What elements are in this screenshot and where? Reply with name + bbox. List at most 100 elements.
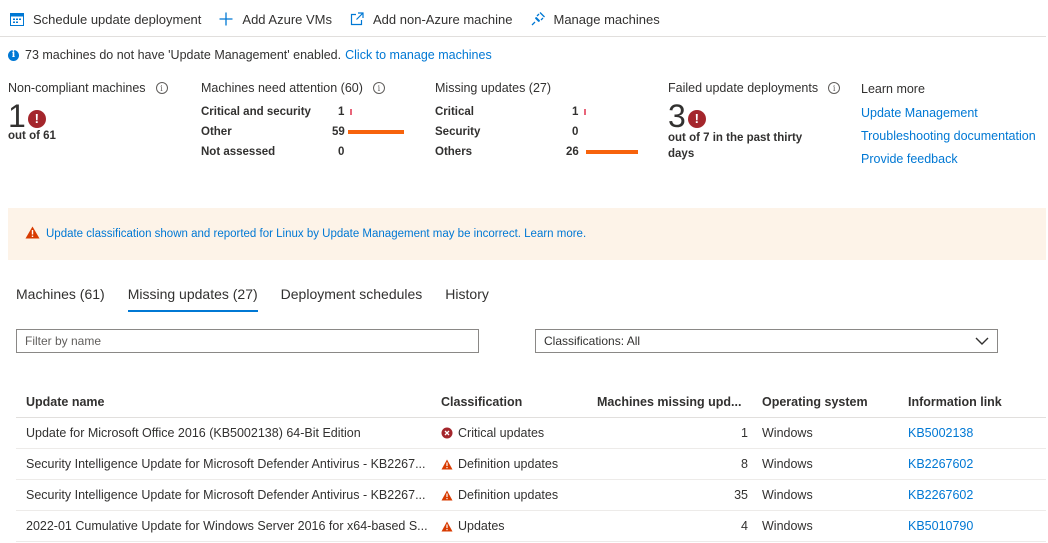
failed-sub-line1: out of 7 in the past thirty: [668, 132, 803, 144]
error-icon: !: [687, 110, 706, 128]
attention-rows: Critical and security 1 Other 59 Not ass…: [201, 102, 404, 162]
column-header-machines-missing[interactable]: Machines missing upd...: [587, 395, 752, 409]
attention-title: Machines need attention (60): [201, 81, 363, 95]
missing-row-value: 1: [572, 106, 579, 118]
column-header-os[interactable]: Operating system: [752, 395, 908, 409]
missing-row: Others 26: [435, 142, 638, 162]
manage-machines-label: Manage machines: [553, 11, 660, 27]
info-text: 73 machines do not have 'Update Manageme…: [25, 48, 342, 62]
warning-text[interactable]: Update classification shown and reported…: [46, 228, 586, 240]
table-header: Update name Classification Machines miss…: [16, 386, 1046, 418]
update-name-cell: 2022-01 Cumulative Update for Windows Se…: [26, 519, 428, 533]
table-row[interactable]: Security Intelligence Update for Microso…: [16, 480, 1046, 511]
failed-sub: out of 7 in the past thirty days: [668, 130, 840, 162]
machines-count-cell: 8: [741, 457, 748, 471]
add-non-azure-button[interactable]: Add non-Azure machine: [348, 8, 513, 30]
missing-bar-critical: [584, 109, 586, 115]
update-name-cell: Update for Microsoft Office 2016 (KB5002…: [26, 426, 361, 440]
kb-link[interactable]: KB2267602: [908, 457, 1046, 471]
missing-title-row: Missing updates (27): [435, 81, 551, 95]
classification-cell: Definition updates: [431, 457, 587, 471]
attention-bar-critical: [350, 109, 352, 115]
failed-value-row: 3 !: [668, 98, 840, 134]
tab-deployment-schedules[interactable]: Deployment schedules: [281, 286, 423, 312]
kb-link[interactable]: KB5010790: [908, 519, 1046, 533]
os-cell: Windows: [762, 457, 813, 471]
tab-machines[interactable]: Machines (61): [16, 286, 105, 312]
plug-icon: [529, 10, 547, 28]
table-row[interactable]: 2022-01 Cumulative Update for Windows Se…: [16, 511, 1046, 542]
missing-row-label: Critical: [435, 106, 474, 118]
missing-row-label: Others: [435, 146, 473, 158]
filter-placeholder: Filter by name: [25, 334, 102, 348]
table-row[interactable]: Update for Microsoft Office 2016 (KB5002…: [16, 418, 1046, 449]
classification-dropdown[interactable]: Classifications: All: [535, 329, 998, 353]
os-cell: Windows: [762, 488, 813, 502]
missing-rows: Critical 1 Security 0 Others 26: [435, 102, 638, 162]
missing-bar-others: [586, 150, 638, 154]
machines-count-cell: 4: [741, 519, 748, 533]
classification-cell: Definition updates: [431, 488, 587, 502]
warning-icon: [25, 226, 40, 242]
update-name-cell: Security Intelligence Update for Microso…: [26, 488, 426, 502]
info-icon[interactable]: i: [155, 82, 168, 94]
troubleshooting-link[interactable]: Troubleshooting documentation: [861, 129, 1036, 143]
attention-title-row: Machines need attention (60) i: [201, 81, 385, 95]
noncompliant-tile: Non-compliant machines i 1 ! out of 61: [8, 81, 168, 142]
info-icon: i: [8, 49, 19, 61]
error-icon: !: [27, 110, 46, 128]
column-header-info-link[interactable]: Information link: [908, 395, 1046, 409]
calendar-icon: [8, 10, 26, 28]
missing-row: Security 0: [435, 122, 638, 142]
failed-tile: Failed update deployments i 3 ! out of 7…: [668, 81, 841, 162]
column-header-classification[interactable]: Classification: [431, 395, 587, 409]
kb-link[interactable]: KB5002138: [908, 426, 1046, 440]
machines-count-cell: 35: [734, 488, 748, 502]
noncompliant-value: 1: [8, 98, 26, 134]
learn-more-panel: Learn more Update Management Troubleshoo…: [861, 82, 1036, 175]
os-cell: Windows: [762, 519, 813, 533]
info-icon[interactable]: i: [828, 82, 841, 94]
classification-cell: Updates: [431, 519, 587, 533]
attention-row: Other 59: [201, 122, 404, 142]
table-row[interactable]: Security Intelligence Update for Microso…: [16, 449, 1046, 480]
missing-tile: Missing updates (27): [435, 81, 551, 95]
classification-dropdown-value: Classifications: All: [544, 334, 641, 348]
attention-row: Critical and security 1: [201, 102, 404, 122]
attention-tile: Machines need attention (60) i: [201, 81, 385, 95]
filter-by-name-input[interactable]: Filter by name: [16, 329, 479, 353]
noncompliant-sub: out of 61: [8, 130, 56, 142]
failed-title-row: Failed update deployments i: [668, 81, 841, 95]
schedule-update-label: Schedule update deployment: [33, 11, 202, 27]
add-azure-vms-button[interactable]: Add Azure VMs: [217, 8, 332, 30]
manage-machines-button[interactable]: Manage machines: [529, 8, 660, 30]
attention-row-value: 59: [332, 126, 345, 138]
noncompliant-title-row: Non-compliant machines i: [8, 81, 168, 95]
missing-row-value: 26: [566, 146, 579, 158]
machines-count-cell: 1: [741, 426, 748, 440]
classification-text: Critical updates: [458, 426, 545, 440]
failed-value: 3: [668, 98, 686, 134]
info-icon[interactable]: i: [372, 82, 385, 94]
column-header-update-name[interactable]: Update name: [16, 395, 431, 409]
update-management-link[interactable]: Update Management: [861, 106, 1036, 120]
tab-missing-updates[interactable]: Missing updates (27): [127, 286, 258, 312]
schedule-update-button[interactable]: Schedule update deployment: [8, 8, 201, 30]
warning-icon: [441, 458, 453, 470]
manage-machines-link[interactable]: Click to manage machines: [345, 48, 492, 62]
missing-row: Critical 1: [435, 102, 638, 122]
os-cell: Windows: [762, 426, 813, 440]
learn-more-title: Learn more: [861, 82, 925, 96]
noncompliant-value-row: 1 !: [8, 98, 168, 134]
info-message: i 73 machines do not have 'Update Manage…: [8, 48, 492, 62]
add-azure-vms-label: Add Azure VMs: [242, 11, 333, 27]
warning-icon: [441, 520, 453, 532]
add-non-azure-label: Add non-Azure machine: [373, 11, 513, 27]
tab-history[interactable]: History: [445, 286, 489, 312]
provide-feedback-link[interactable]: Provide feedback: [861, 152, 1036, 166]
toolbar-divider: [0, 36, 1046, 37]
attention-row-label: Other: [201, 126, 232, 138]
kb-link[interactable]: KB2267602: [908, 488, 1046, 502]
missing-title: Missing updates (27): [435, 81, 552, 95]
warning-banner: Update classification shown and reported…: [8, 208, 1046, 260]
